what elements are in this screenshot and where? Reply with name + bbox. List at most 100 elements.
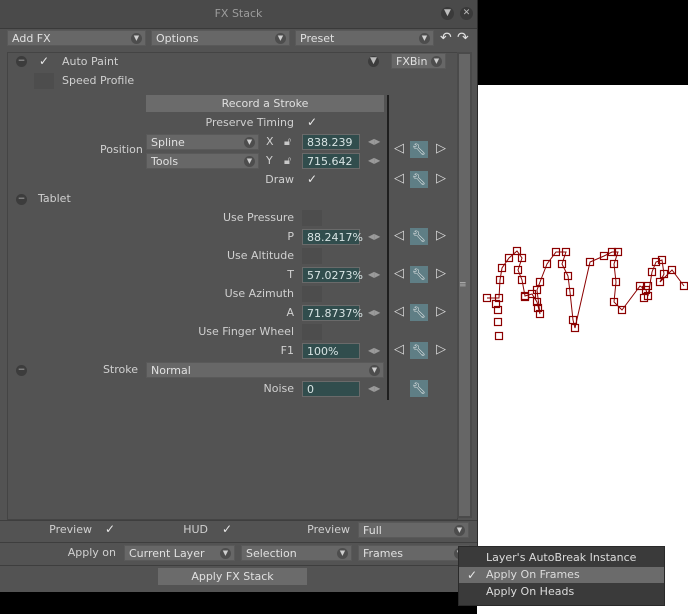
position-mode-dropdown[interactable]: Spline ▼ [146, 134, 259, 150]
stroke-label: Stroke [102, 363, 138, 376]
chevron-down-icon: ▼ [220, 548, 231, 559]
next-key-icon[interactable]: ▷ [436, 141, 446, 156]
use-finger-wheel-checkbox[interactable] [302, 324, 322, 340]
position-source-dropdown[interactable]: Tools ▼ [146, 153, 259, 169]
spin-icon[interactable]: ◀▶ [368, 346, 380, 355]
prev-key-icon[interactable]: ◁ [394, 304, 404, 319]
next-key-icon[interactable]: ▷ [436, 171, 446, 186]
next-key-icon[interactable]: ▷ [436, 342, 446, 357]
menu-item-apply-on-heads[interactable]: Apply On Heads [459, 584, 664, 600]
speed-profile-swatch[interactable] [34, 73, 54, 89]
preset-dropdown[interactable]: Preset ▼ [295, 30, 434, 46]
apply-selection-dropdown[interactable]: Selection ▼ [241, 545, 352, 561]
use-finger-wheel-label: Use Finger Wheel [198, 325, 294, 338]
add-fx-dropdown[interactable]: Add FX ▼ [7, 30, 146, 46]
stroke-mode-dropdown[interactable]: Normal ▼ [146, 362, 384, 378]
keyframe-icon[interactable]: 🔧︎ [410, 171, 428, 188]
fxbin-dropdown[interactable]: FXBin ▼ [391, 53, 446, 69]
p-field[interactable]: 88.2417% [302, 229, 363, 245]
draw-check-icon[interactable]: ✓ [307, 172, 317, 186]
next-key-icon[interactable]: ▷ [436, 304, 446, 319]
apply-on-label: Apply on [67, 546, 116, 559]
record-stroke-button[interactable]: Record a Stroke [146, 95, 384, 112]
use-pressure-checkbox[interactable] [302, 210, 322, 226]
apply-layer-value: Current Layer [129, 547, 205, 560]
next-key-icon[interactable]: ▷ [436, 228, 446, 243]
collapse-stroke-icon[interactable]: − [16, 365, 27, 376]
chevron-down-icon: ▼ [454, 525, 465, 536]
keyframe-icon[interactable]: 🔧︎ [410, 266, 428, 283]
apply-frames-value: Frames [363, 547, 404, 560]
collapse-tablet-icon[interactable]: − [16, 194, 27, 205]
stroke-control-point[interactable] [493, 317, 503, 327]
close-icon[interactable]: ✕ [460, 7, 473, 20]
preserve-timing-check-icon[interactable]: ✓ [307, 115, 317, 129]
prev-key-icon[interactable]: ◁ [394, 228, 404, 243]
noise-field[interactable]: 0 [302, 381, 360, 397]
title-bar[interactable]: FX Stack ▼ ✕ [0, 0, 477, 29]
options-dropdown[interactable]: Options ▼ [151, 30, 290, 46]
next-key-icon[interactable]: ▷ [436, 266, 446, 281]
lock-icon[interactable]: 🔓︎ [284, 154, 291, 168]
fx-enabled-check-icon[interactable]: ✓ [39, 54, 49, 68]
canvas-white-area[interactable] [477, 85, 688, 614]
window-title: FX Stack [214, 7, 263, 20]
x-label: X [266, 135, 274, 148]
menu-item-apply-on-frames[interactable]: ✓ Apply On Frames [459, 567, 664, 583]
apply-fx-stack-button[interactable]: Apply FX Stack [158, 568, 307, 585]
chevron-down-icon: ▼ [275, 33, 286, 44]
lock-icon[interactable]: 🔓︎ [284, 135, 291, 149]
preview-check-icon[interactable]: ✓ [105, 522, 115, 536]
keyframe-icon[interactable]: 🔧︎ [410, 141, 428, 158]
chevron-down-icon: ▼ [431, 56, 442, 67]
f1-field[interactable]: 100% [302, 343, 360, 359]
options-label: Options [156, 32, 199, 45]
spin-icon[interactable]: ◀▶ [368, 308, 380, 317]
grip-icon[interactable]: ≡ [459, 280, 467, 290]
collapse-fx-icon[interactable]: − [16, 56, 27, 67]
use-altitude-label: Use Altitude [226, 249, 294, 262]
a-field[interactable]: 71.8737% [302, 305, 363, 321]
use-azimuth-checkbox[interactable] [302, 286, 322, 302]
stroke-control-point[interactable] [494, 331, 504, 341]
preview-mode-dropdown[interactable]: Full ▼ [358, 522, 469, 538]
f1-label: F1 [280, 344, 294, 357]
check-icon: ✓ [467, 568, 478, 582]
spin-icon[interactable]: ◀▶ [368, 270, 380, 279]
prev-key-icon[interactable]: ◁ [394, 342, 404, 357]
spin-icon[interactable]: ◀▶ [368, 232, 380, 241]
spin-icon[interactable]: ◀▶ [368, 384, 380, 393]
apply-frames-dropdown[interactable]: Frames ▼ [358, 545, 469, 561]
preview-mode-label: Preview [307, 523, 350, 536]
chevron-down-icon: ▼ [419, 33, 430, 44]
fx-stack-panel: FX Stack ▼ ✕ Add FX ▼ Options ▼ Preset ▼… [0, 0, 478, 592]
prev-key-icon[interactable]: ◁ [394, 266, 404, 281]
x-field[interactable]: 838.239 [302, 134, 360, 150]
keyframe-icon[interactable]: 🔧︎ [410, 380, 428, 397]
hud-check-icon[interactable]: ✓ [222, 522, 232, 536]
undo-icon[interactable]: ↶ [440, 30, 452, 46]
p-label: P [287, 230, 294, 243]
keyframe-icon[interactable]: 🔧︎ [410, 228, 428, 245]
prev-key-icon[interactable]: ◁ [394, 171, 404, 186]
use-altitude-checkbox[interactable] [302, 248, 322, 264]
chevron-down-icon: ▼ [244, 156, 255, 167]
footer-divider [0, 565, 477, 566]
position-label: Position [100, 143, 143, 156]
apply-layer-dropdown[interactable]: Current Layer ▼ [124, 545, 235, 561]
chevron-down-icon: ▼ [369, 365, 380, 376]
fx-options-icon[interactable]: ▼ [368, 56, 379, 67]
keyframe-icon[interactable]: 🔧︎ [410, 342, 428, 359]
preview-mode-value: Full [363, 524, 382, 537]
spin-icon[interactable]: ◀▶ [368, 156, 380, 165]
t-field[interactable]: 57.0273% [302, 267, 363, 283]
preserve-timing-label: Preserve Timing [205, 116, 294, 129]
keyframe-icon[interactable]: 🔧︎ [410, 304, 428, 321]
y-field[interactable]: 715.642 [302, 153, 360, 169]
collapse-icon[interactable]: ▼ [441, 7, 454, 20]
menu-item-autobreak[interactable]: Layer's AutoBreak Instance Value [459, 550, 664, 580]
spin-icon[interactable]: ◀▶ [368, 137, 380, 146]
fx-name: Auto Paint [62, 55, 119, 68]
prev-key-icon[interactable]: ◁ [394, 141, 404, 156]
redo-icon[interactable]: ↷ [457, 30, 469, 46]
